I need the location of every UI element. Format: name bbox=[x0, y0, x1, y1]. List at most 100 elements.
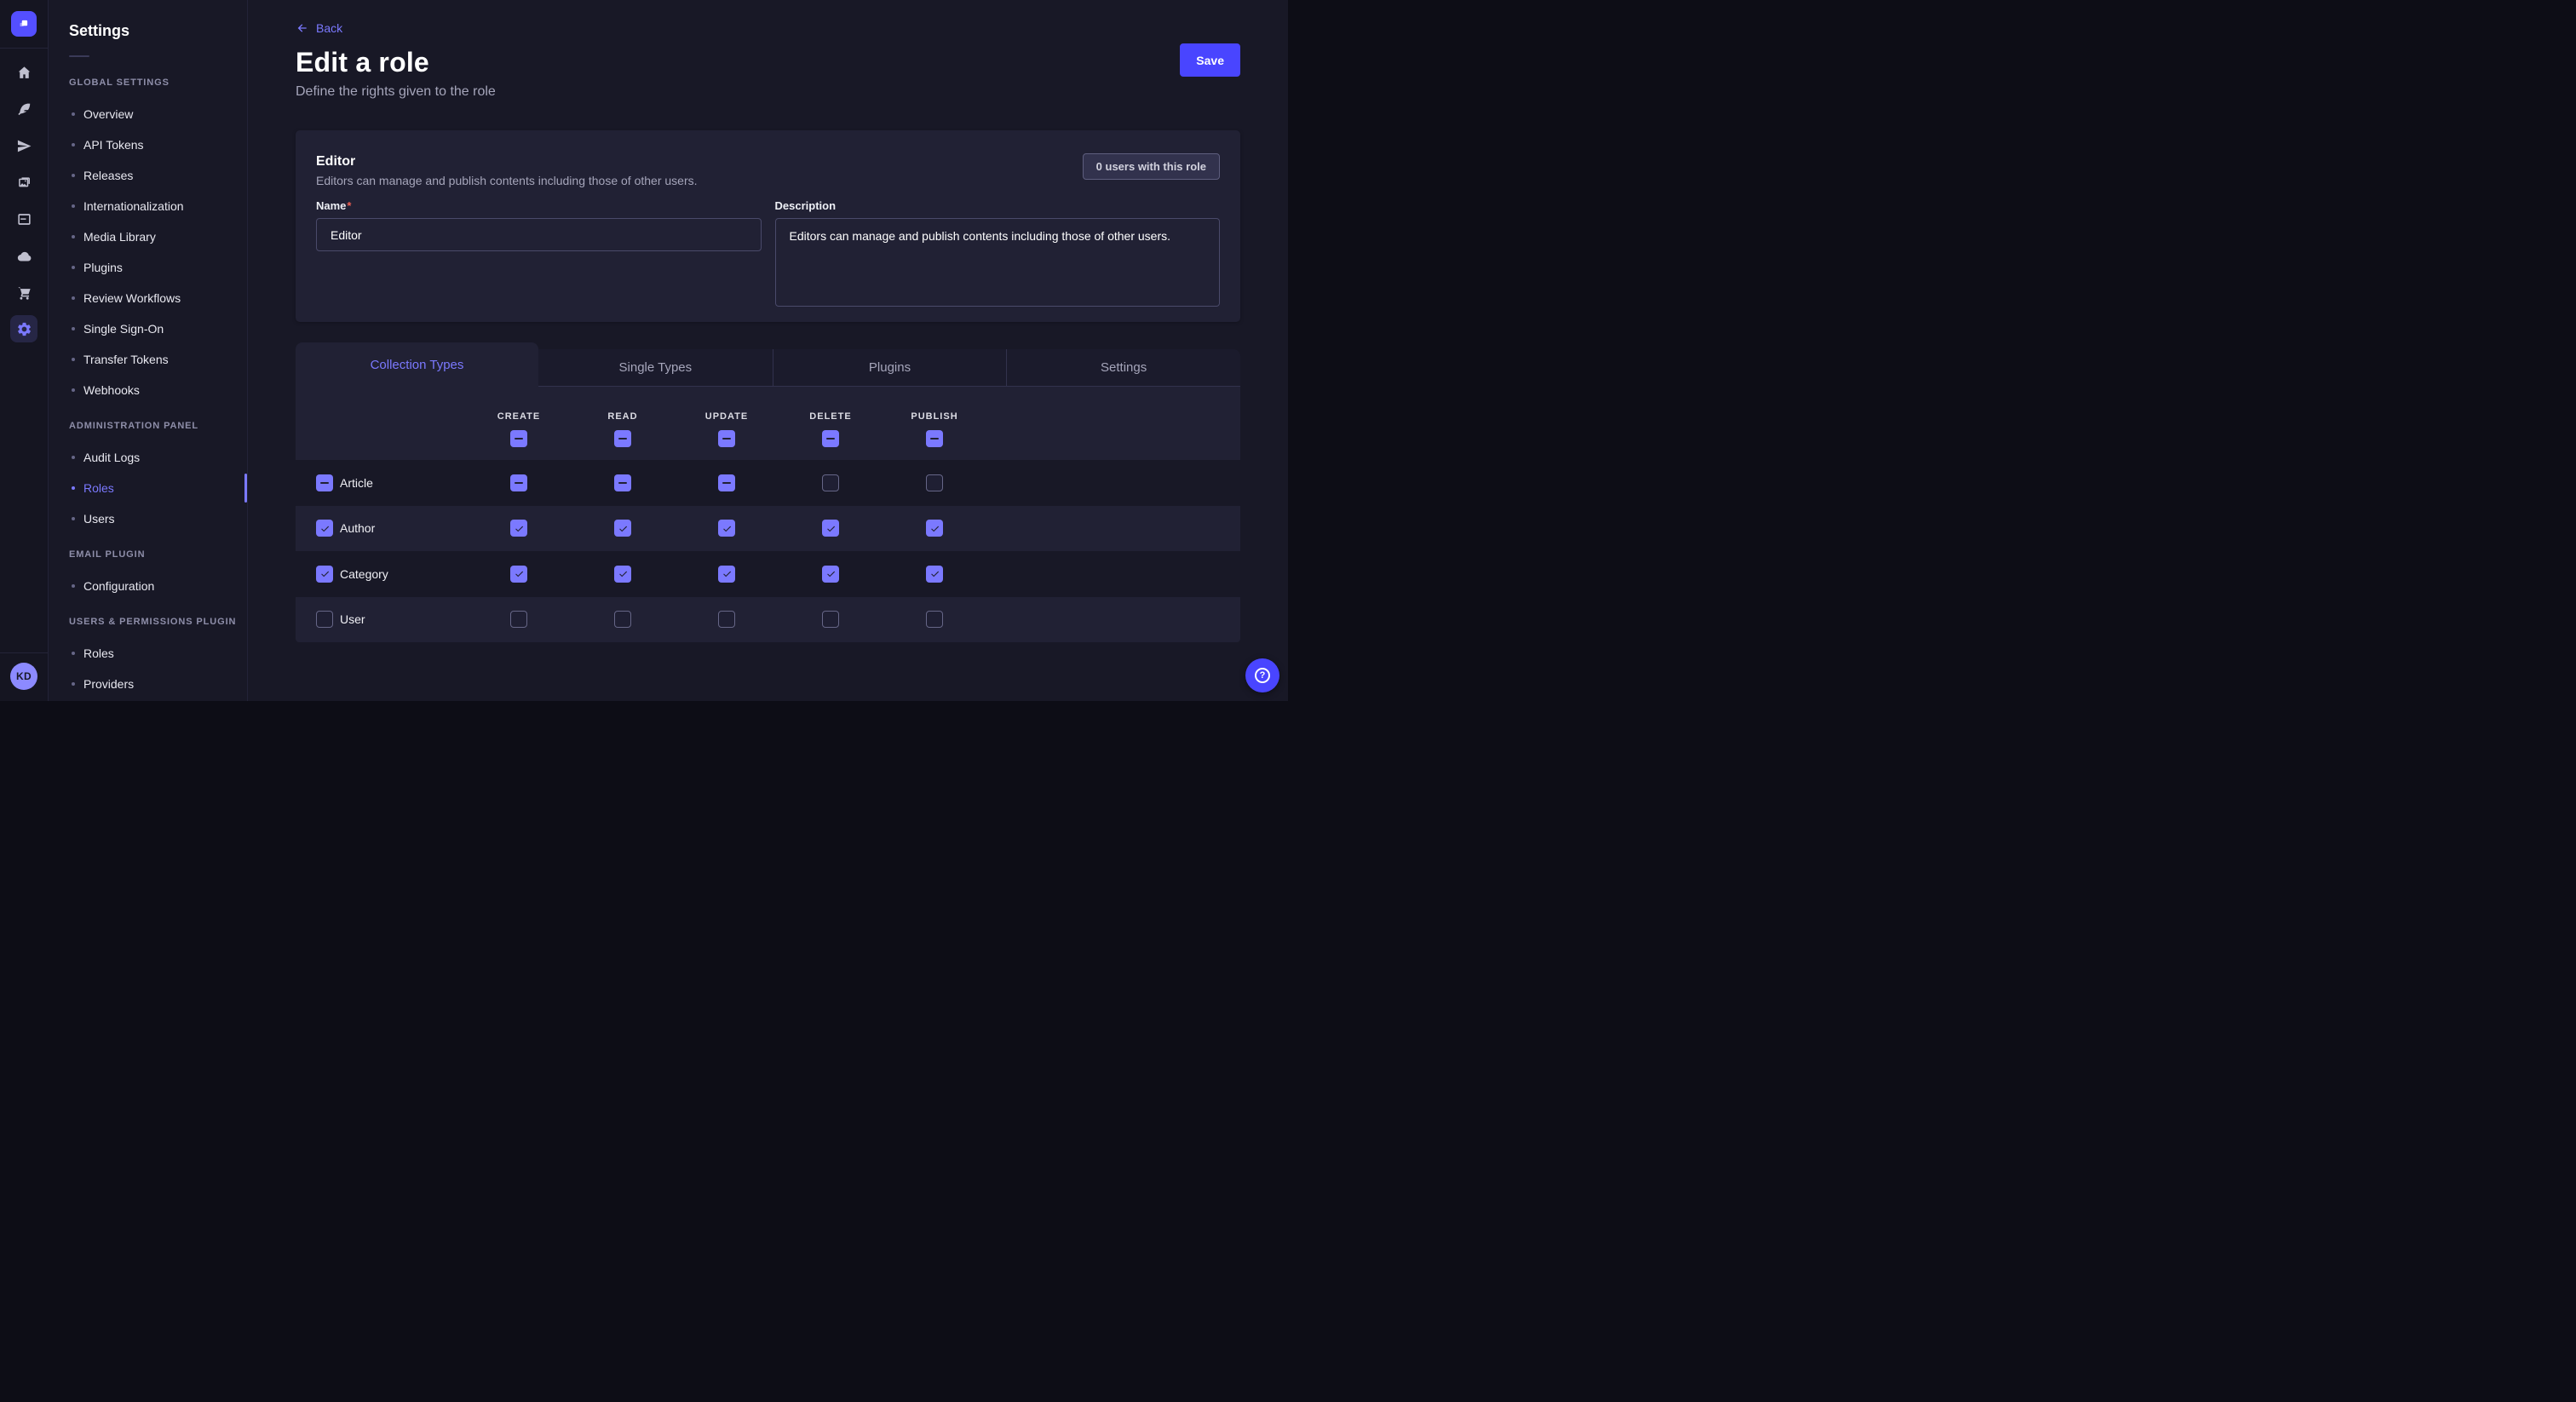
checkbox-check-icon bbox=[825, 523, 837, 534]
sidebar-item-review-workflows[interactable]: Review Workflows bbox=[69, 283, 247, 313]
select-all-read-checkbox[interactable] bbox=[614, 430, 631, 447]
rail-button-marketplace-cart[interactable] bbox=[10, 279, 37, 306]
bullet-icon bbox=[72, 327, 75, 330]
category-row-checkbox[interactable] bbox=[316, 566, 333, 583]
cell-category-create bbox=[467, 566, 571, 583]
bullet-icon bbox=[72, 204, 75, 208]
checkbox-check-icon bbox=[929, 568, 940, 579]
sidebar-item-plugins[interactable]: Plugins bbox=[69, 252, 247, 283]
rail-button-content-type-builder[interactable] bbox=[10, 205, 37, 233]
sidebar-item-webhooks[interactable]: Webhooks bbox=[69, 375, 247, 405]
sidebar-item-roles[interactable]: Roles bbox=[69, 473, 247, 503]
cell-user-delete bbox=[779, 611, 883, 628]
name-field-label: Name* bbox=[316, 199, 351, 212]
rail-button-home[interactable] bbox=[10, 59, 37, 86]
table-row-article: Article bbox=[296, 460, 1240, 506]
users-with-role-button[interactable]: 0 users with this role bbox=[1083, 153, 1220, 180]
avatar[interactable]: KD bbox=[10, 663, 37, 690]
role-details-card: Editor Editors can manage and publish co… bbox=[296, 130, 1240, 322]
description-textarea[interactable]: Editors can manage and publish contents … bbox=[775, 218, 1221, 307]
sidebar-item-label: Configuration bbox=[83, 579, 154, 593]
rail-button-settings-gear[interactable] bbox=[10, 315, 37, 342]
checkbox-indeterminate-icon bbox=[515, 438, 523, 440]
category-read-checkbox[interactable] bbox=[614, 566, 631, 583]
sidebar-item-audit-logs[interactable]: Audit Logs bbox=[69, 442, 247, 473]
name-input[interactable] bbox=[316, 218, 762, 251]
cell-author-update bbox=[675, 520, 779, 537]
save-button[interactable]: Save bbox=[1180, 43, 1240, 77]
rail-button-media-library[interactable] bbox=[10, 169, 37, 196]
cell-article-read bbox=[571, 474, 675, 491]
select-all-publish-checkbox[interactable] bbox=[926, 430, 943, 447]
home-icon bbox=[16, 65, 32, 81]
page-subtitle: Define the rights given to the role bbox=[296, 83, 1240, 101]
user-update-checkbox[interactable] bbox=[718, 611, 735, 628]
back-link[interactable]: Back bbox=[296, 21, 342, 35]
settings-subnav: Settings GLOBAL SETTINGSOverviewAPI Toke… bbox=[49, 0, 248, 701]
user-create-checkbox[interactable] bbox=[510, 611, 527, 628]
sidebar-item-single-sign-on[interactable]: Single Sign-On bbox=[69, 313, 247, 344]
row-label: Category bbox=[340, 567, 388, 581]
subnav-title: Settings bbox=[69, 20, 247, 41]
cell-category-read bbox=[571, 566, 675, 583]
author-read-checkbox[interactable] bbox=[614, 520, 631, 537]
author-delete-checkbox[interactable] bbox=[822, 520, 839, 537]
tab-plugins[interactable]: Plugins bbox=[773, 349, 1007, 386]
category-delete-checkbox[interactable] bbox=[822, 566, 839, 583]
sidebar-item-api-tokens[interactable]: API Tokens bbox=[69, 129, 247, 160]
strapi-admin-app: KD Settings GLOBAL SETTINGSOverviewAPI T… bbox=[0, 0, 1288, 701]
article-row-checkbox[interactable] bbox=[316, 474, 333, 491]
sidebar-item-configuration[interactable]: Configuration bbox=[69, 571, 247, 601]
back-label: Back bbox=[316, 21, 342, 35]
author-row-checkbox[interactable] bbox=[316, 520, 333, 537]
sidebar-item-roles[interactable]: Roles bbox=[69, 638, 247, 669]
rail-bottom: KD bbox=[0, 652, 48, 701]
table-row-user: User bbox=[296, 597, 1240, 643]
category-create-checkbox[interactable] bbox=[510, 566, 527, 583]
bullet-icon bbox=[72, 296, 75, 300]
user-row-checkbox[interactable] bbox=[316, 611, 333, 628]
strapi-logo[interactable] bbox=[11, 11, 37, 37]
article-publish-checkbox[interactable] bbox=[926, 474, 943, 491]
sidebar-item-overview[interactable]: Overview bbox=[69, 99, 247, 129]
select-all-create-checkbox[interactable] bbox=[510, 430, 527, 447]
rail-button-feather[interactable] bbox=[10, 95, 37, 123]
checkbox-indeterminate-icon bbox=[515, 482, 523, 484]
article-update-checkbox[interactable] bbox=[718, 474, 735, 491]
author-create-checkbox[interactable] bbox=[510, 520, 527, 537]
tab-settings[interactable]: Settings bbox=[1006, 349, 1240, 386]
column-header-label: Update bbox=[705, 411, 748, 422]
author-publish-checkbox[interactable] bbox=[926, 520, 943, 537]
sidebar-item-transfer-tokens[interactable]: Transfer Tokens bbox=[69, 344, 247, 375]
category-publish-checkbox[interactable] bbox=[926, 566, 943, 583]
tab-collection-types[interactable]: Collection Types bbox=[296, 342, 538, 387]
bullet-icon bbox=[72, 143, 75, 147]
column-header-label: Delete bbox=[809, 411, 851, 422]
select-all-delete-checkbox[interactable] bbox=[822, 430, 839, 447]
rail-button-paper-plane[interactable] bbox=[10, 132, 37, 159]
article-create-checkbox[interactable] bbox=[510, 474, 527, 491]
cell-user-read bbox=[571, 611, 675, 628]
column-header-create: Create bbox=[467, 387, 571, 447]
column-header-label: Publish bbox=[911, 411, 957, 422]
help-button[interactable]: ? bbox=[1245, 658, 1279, 692]
bullet-icon bbox=[72, 584, 75, 588]
sidebar-item-releases[interactable]: Releases bbox=[69, 160, 247, 191]
tab-single-types[interactable]: Single Types bbox=[538, 349, 773, 386]
sidebar-item-providers[interactable]: Providers bbox=[69, 669, 247, 699]
checkbox-indeterminate-icon bbox=[618, 438, 627, 440]
sidebar-item-users[interactable]: Users bbox=[69, 503, 247, 534]
rail-button-cloud[interactable] bbox=[10, 242, 37, 269]
article-delete-checkbox[interactable] bbox=[822, 474, 839, 491]
sidebar-item-media-library[interactable]: Media Library bbox=[69, 221, 247, 252]
table-row-author: Author bbox=[296, 506, 1240, 552]
select-all-update-checkbox[interactable] bbox=[718, 430, 735, 447]
user-publish-checkbox[interactable] bbox=[926, 611, 943, 628]
cell-author-delete bbox=[779, 520, 883, 537]
sidebar-item-internationalization[interactable]: Internationalization bbox=[69, 191, 247, 221]
user-delete-checkbox[interactable] bbox=[822, 611, 839, 628]
category-update-checkbox[interactable] bbox=[718, 566, 735, 583]
author-update-checkbox[interactable] bbox=[718, 520, 735, 537]
user-read-checkbox[interactable] bbox=[614, 611, 631, 628]
article-read-checkbox[interactable] bbox=[614, 474, 631, 491]
